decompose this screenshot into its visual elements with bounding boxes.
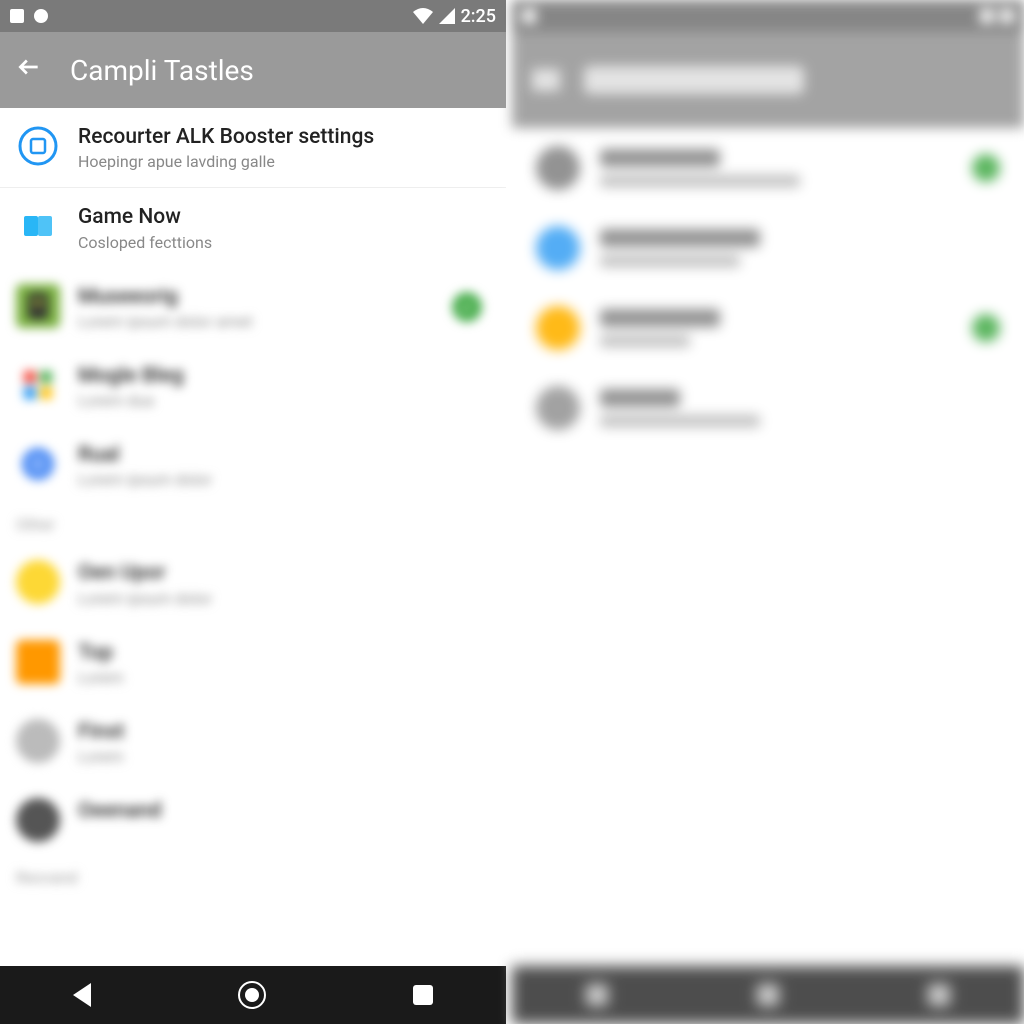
page-title: Campli Tastles — [70, 54, 254, 87]
item-subtitle: Cosloped fecttions — [78, 233, 490, 252]
right-phone-screen — [512, 0, 1024, 1024]
signal-icon — [439, 8, 455, 24]
list-item[interactable]: Oeenand — [0, 782, 506, 858]
page-title — [584, 66, 804, 94]
list-item[interactable]: Museeorig Lorem ipsum dolor amet ✓ — [0, 268, 506, 347]
item-title: Oen Upor — [78, 560, 490, 586]
wifi-icon — [413, 8, 433, 24]
back-arrow-icon[interactable] — [16, 54, 42, 87]
list-item[interactable]: Oen Upor Lorem ipsum dolor — [0, 544, 506, 623]
app-icon — [16, 798, 60, 842]
app-icon — [536, 146, 580, 190]
check-badge-icon — [972, 154, 1000, 182]
check-badge-icon — [972, 314, 1000, 342]
item-title: Museeorig — [78, 284, 490, 310]
status-notification-icon — [34, 9, 48, 23]
check-badge-icon: ✓ — [452, 292, 482, 322]
item-subtitle: Lorem ipsum dolor amet — [78, 312, 490, 331]
game-icon — [16, 204, 60, 248]
list-item[interactable]: Mogle Bleg Lorem dua — [0, 347, 506, 426]
item-subtitle: Lorem ipsum dolor — [78, 470, 490, 489]
list-item[interactable]: Rual Lorem ipsum dolor — [0, 426, 506, 505]
nav-recent-button[interactable] — [928, 984, 950, 1006]
item-subtitle: Hoepingr apue lavding galle — [78, 152, 490, 171]
item-title: Game Now — [78, 204, 490, 230]
section-header: Other — [0, 505, 506, 544]
list-item[interactable] — [512, 208, 1024, 288]
status-bar: 2:25 — [0, 0, 506, 32]
item-title: Rual — [78, 442, 490, 468]
nav-home-button[interactable] — [757, 984, 779, 1006]
list-item[interactable]: Finst Lorem — [0, 703, 506, 782]
item-title: Finst — [78, 719, 490, 745]
status-notification-icon — [10, 9, 24, 23]
list-item[interactable]: Top Lorem — [0, 624, 506, 703]
app-icon — [16, 719, 60, 763]
list-item[interactable] — [512, 128, 1024, 208]
app-icon — [16, 560, 60, 604]
item-subtitle: Lorem — [78, 747, 490, 766]
list-item[interactable] — [512, 288, 1024, 368]
list-item[interactable]: Recourter ALK Booster settings Hoepingr … — [0, 108, 506, 188]
app-toolbar: Campli Tastles — [0, 32, 506, 108]
item-title: Oeenand — [78, 798, 490, 824]
left-phone-screen: 2:25 Campli Tastles Recourter ALK Booste… — [0, 0, 512, 1024]
item-subtitle: Lorem dua — [78, 391, 490, 410]
booster-icon — [16, 124, 60, 168]
settings-list — [512, 128, 1024, 966]
nav-back-button[interactable] — [73, 983, 91, 1007]
list-item[interactable] — [512, 368, 1024, 448]
app-icon — [536, 386, 580, 430]
list-item[interactable]: Game Now Cosloped fecttions — [0, 188, 506, 267]
item-subtitle: Lorem ipsum dolor — [78, 589, 490, 608]
app-icon — [16, 640, 60, 684]
item-subtitle: Lorem — [78, 668, 490, 687]
nav-back-button[interactable] — [586, 984, 608, 1006]
app-icon — [16, 284, 60, 328]
nav-bar — [0, 966, 506, 1024]
clock: 2:25 — [461, 6, 496, 27]
nav-home-button[interactable] — [238, 981, 266, 1009]
status-bar — [512, 0, 1024, 32]
item-title: Recourter ALK Booster settings — [78, 124, 490, 150]
app-icon — [16, 363, 60, 407]
item-title: Top — [78, 640, 490, 666]
settings-list: Recourter ALK Booster settings Hoepingr … — [0, 108, 506, 966]
app-toolbar — [512, 32, 1024, 128]
section-header: Reovand — [0, 858, 506, 897]
app-icon — [16, 442, 60, 486]
nav-recent-button[interactable] — [413, 985, 433, 1005]
app-icon — [536, 226, 580, 270]
app-icon — [536, 306, 580, 350]
menu-icon[interactable] — [532, 69, 560, 91]
item-title: Mogle Bleg — [78, 363, 490, 389]
nav-bar — [512, 966, 1024, 1024]
